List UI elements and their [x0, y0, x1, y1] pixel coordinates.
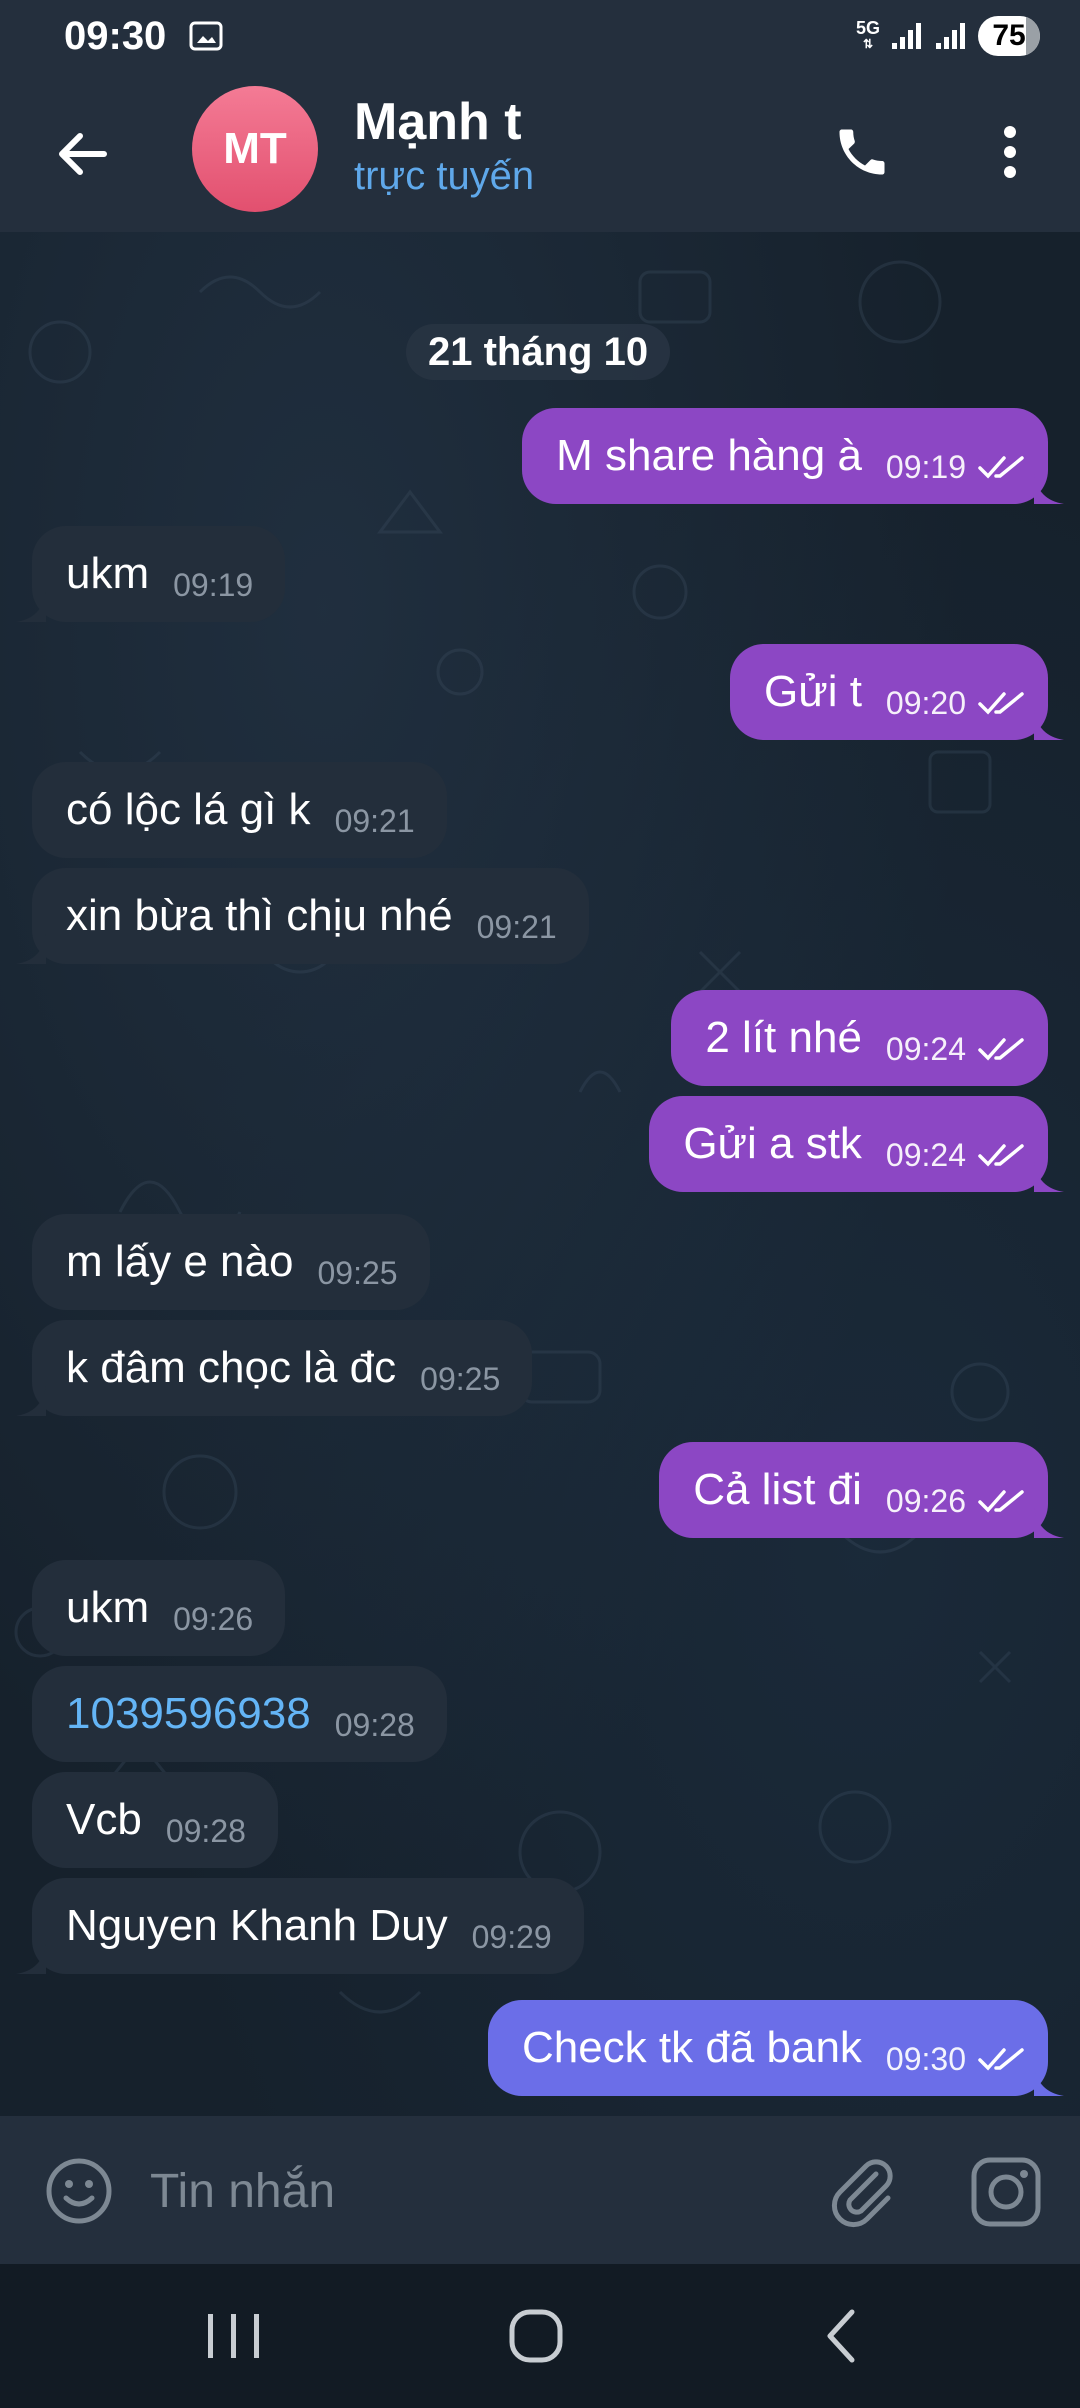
bubble-tail	[16, 1386, 46, 1416]
message-time: 09:19	[173, 566, 254, 603]
status-time: 09:30	[64, 14, 167, 58]
status-bar: 09:30 5G ⇅ 75	[0, 0, 1080, 72]
message-time: 09:29	[471, 1918, 552, 1955]
arrow-left-icon	[59, 133, 107, 175]
message-time: 09:25	[420, 1360, 501, 1397]
message-time: 09:25	[317, 1254, 398, 1291]
bubble-tail	[16, 1944, 46, 1974]
battery-icon: 75	[978, 16, 1040, 56]
bubble-tail	[1034, 1162, 1064, 1192]
message-incoming[interactable]: Vcb 09:28	[32, 1772, 278, 1868]
double-check-icon	[978, 692, 1024, 715]
message-outgoing[interactable]: M share hàng à 09:19	[522, 408, 1064, 504]
bubble-tail	[1034, 474, 1064, 504]
instagram-camera-icon[interactable]	[968, 2154, 1044, 2230]
message-text: Cả list đi	[693, 1465, 862, 1514]
status-icons: 5G ⇅ 75	[856, 14, 1040, 58]
message-time: 09:21	[476, 908, 557, 945]
message-composer	[0, 2116, 1080, 2264]
message-time: 09:19	[885, 448, 966, 485]
message-time: 09:30	[885, 2040, 966, 2077]
message-time: 09:20	[885, 684, 966, 721]
paperclip-icon[interactable]	[826, 2154, 902, 2230]
message-text: Gửi t	[764, 667, 862, 716]
message-outgoing[interactable]: Gửi a stk 09:24	[649, 1096, 1064, 1192]
message-text: Vcb	[66, 1795, 142, 1844]
message-text: Nguyen Khanh Duy	[66, 1901, 448, 1950]
message-time: 09:24	[885, 1136, 966, 1173]
message-link-text[interactable]: 1039596938	[66, 1689, 311, 1739]
emoji-icon[interactable]	[44, 2156, 114, 2226]
message-time: 09:26	[885, 1482, 966, 1519]
home-icon[interactable]	[500, 2300, 572, 2372]
date-separator: 21 tháng 10	[406, 324, 671, 380]
message-time: 09:26	[173, 1600, 254, 1637]
message-outgoing[interactable]: Check tk đã bank 09:30	[487, 2000, 1064, 2096]
chat-header: MT Mạnh t trực tuyến	[0, 72, 1080, 232]
message-text: Check tk đã bank	[521, 2023, 862, 2072]
double-check-icon	[978, 1038, 1024, 1061]
phone-icon	[839, 129, 885, 175]
message-time: 09:21	[334, 802, 415, 839]
message-text: ukm	[66, 1583, 150, 1632]
bubble-tail	[1034, 710, 1064, 740]
contact-name[interactable]: Mạnh t	[354, 92, 522, 152]
message-incoming[interactable]: Nguyen Khanh Duy 09:29	[16, 1878, 584, 1974]
avatar[interactable]: MT	[192, 86, 318, 212]
recent-apps-icon[interactable]	[196, 2304, 272, 2368]
message-text: m lấy e nào	[66, 1237, 294, 1286]
message-text: xin bừa thì chịu nhé	[66, 891, 453, 940]
system-navigation-bar	[0, 2264, 1080, 2408]
message-time: 09:28	[165, 1812, 246, 1849]
nav-back-icon[interactable]	[806, 2300, 878, 2372]
message-text: có lộc lá gì k	[66, 785, 311, 834]
call-button[interactable]	[822, 112, 902, 192]
message-incoming[interactable]: có lộc lá gì k 09:21	[32, 762, 447, 858]
double-check-icon	[978, 1144, 1024, 1167]
message-incoming[interactable]: ukm 09:19	[16, 526, 286, 622]
gallery-notification-icon	[189, 21, 223, 51]
signal-icon	[892, 23, 921, 49]
message-incoming[interactable]: ukm 09:26	[32, 1560, 286, 1656]
more-menu-button[interactable]	[970, 112, 1050, 192]
message-incoming[interactable]: 1039596938 09:28	[32, 1666, 447, 1762]
signal-icon-2	[936, 23, 965, 49]
message-text: ukm	[66, 549, 150, 598]
message-text: k đâm chọc là đc	[66, 1343, 397, 1392]
more-vertical-icon	[1004, 126, 1016, 178]
contact-status: trực tuyến	[354, 154, 535, 198]
message-time: 09:28	[334, 1706, 415, 1743]
double-check-icon	[978, 2048, 1024, 2071]
message-outgoing[interactable]: 2 lít nhé 09:24	[671, 990, 1048, 1086]
bubble-tail	[1034, 1508, 1064, 1538]
message-incoming[interactable]: m lấy e nào 09:25	[32, 1214, 430, 1310]
message-time: 09:24	[885, 1030, 966, 1067]
message-outgoing[interactable]: Cả list đi 09:26	[659, 1442, 1064, 1538]
message-text: Gửi a stk	[683, 1119, 862, 1168]
message-incoming[interactable]: xin bừa thì chịu nhé 09:21	[16, 868, 589, 964]
network-type: 5G ⇅	[855, 18, 880, 51]
back-button[interactable]	[46, 118, 118, 190]
message-input[interactable]	[148, 2150, 792, 2232]
double-check-icon	[978, 456, 1024, 479]
message-incoming[interactable]: k đâm chọc là đc 09:25	[16, 1320, 533, 1416]
message-text: M share hàng à	[556, 431, 862, 480]
message-text: 2 lít nhé	[705, 1013, 862, 1062]
bubble-tail	[16, 934, 46, 964]
message-outgoing[interactable]: Gửi t 09:20	[730, 644, 1064, 740]
bubble-tail	[1034, 2066, 1064, 2096]
bubble-tail	[16, 592, 46, 622]
double-check-icon	[978, 1490, 1024, 1513]
message-list[interactable]: 21 tháng 10 M share hàng à 09:19 ukm 09:…	[0, 232, 1080, 2116]
